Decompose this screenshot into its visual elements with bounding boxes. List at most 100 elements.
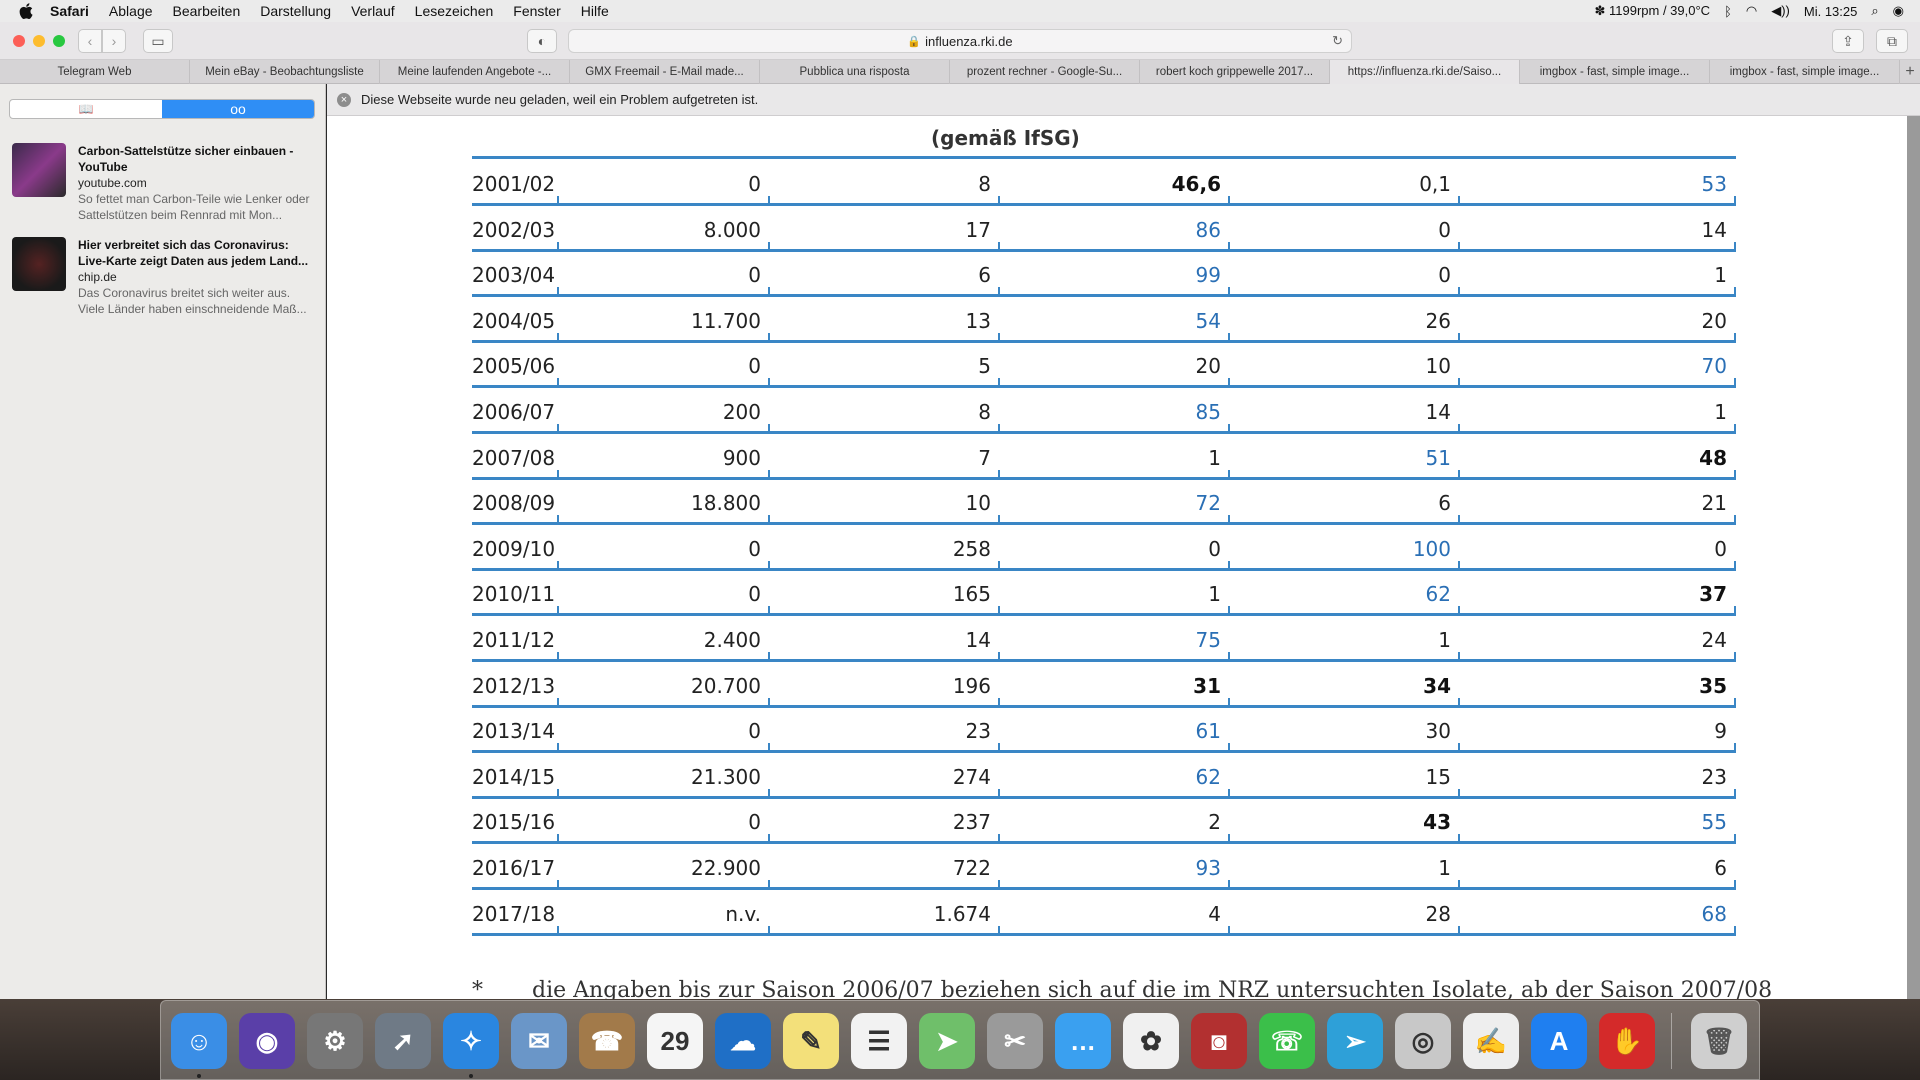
tab-ebay-listings[interactable]: Meine laufenden Angebote -... xyxy=(380,60,570,84)
tab-telegram[interactable]: Telegram Web xyxy=(0,60,190,84)
row-rule-tick xyxy=(1228,697,1230,708)
value-cell: 5 xyxy=(978,354,991,379)
contacts-icon[interactable]: ☎ xyxy=(579,1013,635,1069)
row-rule-tick xyxy=(557,743,559,754)
season-cell: 2004/05 xyxy=(472,308,556,333)
sidebar-icon[interactable]: ▭ xyxy=(143,29,173,53)
row-rule-tick xyxy=(998,287,1000,298)
clock[interactable]: Mi. 13:25 xyxy=(1804,4,1857,19)
share-icon[interactable]: ⇪ xyxy=(1832,29,1864,53)
tab-influenza-rki[interactable]: https://influenza.rki.de/Saiso... xyxy=(1330,60,1520,84)
row-rule-tick xyxy=(768,469,770,480)
dvd-player-icon[interactable]: ◎ xyxy=(1395,1013,1451,1069)
back-icon[interactable]: ‹ xyxy=(78,29,102,53)
tab-imgbox-2[interactable]: imgbox - fast, simple image... xyxy=(1710,60,1900,84)
table-row: 2014/15 21.300 274 62 15 23 xyxy=(472,753,1736,799)
row-rule-tick xyxy=(998,515,1000,526)
new-tab-button[interactable]: + xyxy=(1900,60,1920,83)
menu-lesezeichen[interactable]: Lesezeichen xyxy=(415,3,494,19)
table-row: 2010/11 0 165 1 62 37 xyxy=(472,570,1736,617)
value-cell: 0 xyxy=(748,536,761,561)
reading-list-item[interactable]: Carbon-Sattelstütze sicher einbauen - Yo… xyxy=(12,143,317,222)
reading-list-tab[interactable]: oo xyxy=(162,100,314,118)
search-icon[interactable]: ⌕ xyxy=(1871,3,1878,19)
openoffice-icon[interactable]: ☁ xyxy=(715,1013,771,1069)
app-store-icon[interactable]: A xyxy=(1531,1013,1587,1069)
item-title: Hier verbreitet sich das Coronavirus: Li… xyxy=(78,238,309,268)
telegram-icon[interactable]: ➢ xyxy=(1327,1013,1383,1069)
menu-ablage[interactable]: Ablage xyxy=(109,3,153,19)
row-rule-tick xyxy=(1228,606,1230,617)
scrollbar[interactable] xyxy=(1907,116,1920,999)
maps-icon[interactable]: ➤ xyxy=(919,1013,975,1069)
tab-google-search[interactable]: prozent rechner - Google-Su... xyxy=(950,60,1140,84)
volume-icon[interactable]: ◀)) xyxy=(1771,3,1790,19)
value-cell: 0 xyxy=(1438,217,1451,242)
minimize-window-button[interactable] xyxy=(33,35,45,47)
row-rule-tick xyxy=(1734,880,1736,890)
value-cell: 62 xyxy=(1425,582,1451,607)
facetime-icon[interactable]: ☏ xyxy=(1259,1013,1315,1069)
tab-gmx[interactable]: GMX Freemail - E-Mail made... xyxy=(570,60,760,84)
value-cell: 51 xyxy=(1425,445,1451,470)
menu-darstellung[interactable]: Darstellung xyxy=(260,3,331,19)
row-rule-tick xyxy=(1228,287,1230,298)
mail-icon[interactable]: ✉ xyxy=(511,1013,567,1069)
value-cell: 53 xyxy=(1701,172,1727,196)
address-bar[interactable]: 🔒 influenza.rki.de ↻ xyxy=(568,29,1352,53)
value-cell: 85 xyxy=(1195,400,1221,424)
menu-hilfe[interactable]: Hilfe xyxy=(581,3,609,19)
bluetooth-icon[interactable]: ᛒ xyxy=(1724,4,1732,19)
finder-icon[interactable]: ☺ xyxy=(171,1013,227,1069)
row-rule-tick xyxy=(557,925,559,936)
siri-icon[interactable]: ◉ xyxy=(239,1013,295,1069)
row-rule-tick xyxy=(1458,788,1460,799)
photos-icon[interactable]: ✿ xyxy=(1123,1013,1179,1069)
tabs-overview-icon[interactable]: ⧉ xyxy=(1876,29,1908,53)
privacy-icon[interactable]: ◐ xyxy=(527,29,557,53)
zoom-window-button[interactable] xyxy=(53,35,65,47)
value-cell: 6 xyxy=(978,263,991,288)
fan-status[interactable]: ✽ 1199rpm / 39,0°C xyxy=(1594,3,1710,19)
bookmarks-tab[interactable]: 📖 xyxy=(10,100,162,118)
reminders-icon[interactable]: ☰ xyxy=(851,1013,907,1069)
row-rule-tick xyxy=(1228,332,1230,343)
close-window-button[interactable] xyxy=(13,35,25,47)
user-icon[interactable]: ◉ xyxy=(1893,3,1904,19)
close-icon[interactable]: × xyxy=(337,92,351,107)
tab-imgbox-1[interactable]: imgbox - fast, simple image... xyxy=(1520,60,1710,84)
season-cell: 2002/03 xyxy=(472,217,556,242)
menu-bearbeiten[interactable]: Bearbeiten xyxy=(173,3,241,19)
reload-icon[interactable]: ↻ xyxy=(1332,33,1343,49)
system-preferences-icon[interactable]: ⚙ xyxy=(307,1013,363,1069)
messages-icon[interactable]: … xyxy=(1055,1013,1111,1069)
row-rule-tick xyxy=(768,241,770,252)
forward-icon[interactable]: › xyxy=(102,29,126,53)
tab-ebay-watchlist[interactable]: Mein eBay - Beobachtungsliste xyxy=(190,60,380,84)
lock-icon: 🔒 xyxy=(907,35,922,48)
launchpad-icon[interactable]: ➚ xyxy=(375,1013,431,1069)
value-cell: 75 xyxy=(1195,628,1221,652)
tab-rki-search[interactable]: robert koch grippewelle 2017... xyxy=(1140,60,1330,84)
calendar-icon[interactable]: 29 xyxy=(647,1013,703,1069)
screenshot-icon[interactable]: ✂ xyxy=(987,1013,1043,1069)
row-rule-tick xyxy=(1734,378,1736,389)
trash-icon[interactable]: 🗑 xyxy=(1691,1013,1747,1069)
menu-app-name[interactable]: Safari xyxy=(50,3,89,19)
textedit-icon[interactable]: ✍ xyxy=(1463,1013,1519,1069)
dock: ☺ ◉ ⚙ ➚ ✧ ✉ ☎ 29 ☁ ✎ ☰ ➤ ✂… ✿ ◙ ☏ ➢ ◎ ✍ A ✋ 🗑 xyxy=(160,1000,1760,1080)
notes-icon[interactable]: ✎ xyxy=(783,1013,839,1069)
value-cell: 35 xyxy=(1699,673,1727,698)
row-rule-tick xyxy=(768,880,770,890)
wifi-icon[interactable]: ◠ xyxy=(1746,3,1757,19)
apple-icon[interactable] xyxy=(16,1,36,21)
tab-pubblica[interactable]: Pubblica una risposta xyxy=(760,60,950,84)
photo-booth-icon[interactable]: ◙ xyxy=(1191,1013,1247,1069)
menu-fenster[interactable]: Fenster xyxy=(513,3,560,19)
safari-icon[interactable]: ✧ xyxy=(443,1013,499,1069)
adblock-icon[interactable]: ✋ xyxy=(1599,1013,1655,1069)
value-cell: 274 xyxy=(952,764,991,789)
table-row: 2006/07 200 8 85 14 1 xyxy=(472,388,1736,434)
reading-list-item[interactable]: Hier verbreitet sich das Coronavirus: Li… xyxy=(12,237,317,316)
menu-verlauf[interactable]: Verlauf xyxy=(351,3,395,19)
